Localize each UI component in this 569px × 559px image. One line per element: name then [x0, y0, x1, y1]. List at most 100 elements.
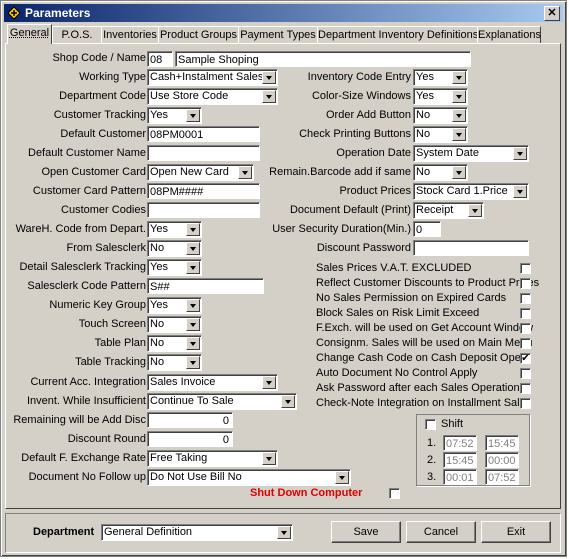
check-printing-buttons-select[interactable]: No: [413, 126, 468, 143]
customer-tracking-select[interactable]: Yes: [147, 107, 202, 124]
tab-product-groups[interactable]: Product Groups: [158, 26, 239, 44]
chevron-down-icon[interactable]: [513, 147, 527, 160]
wareh-code-select[interactable]: Yes: [147, 221, 202, 238]
shop-name-input[interactable]: Sample Shoping: [175, 51, 471, 67]
chevron-down-icon[interactable]: [452, 71, 466, 84]
close-button[interactable]: ✕: [544, 6, 560, 21]
salesclerk-pattern-input[interactable]: S##: [147, 278, 264, 294]
product-prices-select[interactable]: Stock Card 1.Price: [413, 183, 529, 200]
chevron-down-icon[interactable]: [186, 242, 200, 255]
fexch-get-account-checkbox[interactable]: [520, 323, 531, 334]
shift-3-start-input[interactable]: 00:01: [443, 469, 477, 485]
numeric-key-group-value: Yes: [150, 299, 168, 311]
expired-cards-checkbox[interactable]: [520, 293, 531, 304]
chevron-down-icon[interactable]: [452, 109, 466, 122]
chevron-down-icon[interactable]: [281, 395, 295, 408]
checkbox-label: Change Cash Code on Cash Deposit Ope.: [316, 352, 524, 364]
shift-2-start-input[interactable]: 15:45: [443, 452, 477, 468]
chevron-down-icon[interactable]: [452, 90, 466, 103]
operation-date-select[interactable]: System Date: [413, 145, 529, 162]
default-customer-name-label: Default Customer Name: [28, 147, 146, 159]
shop-code-input[interactable]: 08: [147, 51, 173, 67]
discount-password-input[interactable]: [413, 240, 529, 256]
tab-general[interactable]: General: [7, 24, 52, 44]
vat-excluded-checkbox[interactable]: [520, 263, 531, 274]
from-salesclerk-label: From Salesclerk: [66, 242, 146, 254]
change-cash-code-checkbox[interactable]: ✔: [520, 353, 531, 364]
default-customer-input[interactable]: 08PM0001: [147, 126, 260, 142]
invent-insufficient-select[interactable]: Continue To Sale: [147, 393, 297, 410]
order-add-button-select[interactable]: No: [413, 107, 468, 124]
user-security-input[interactable]: 0: [413, 221, 441, 237]
chevron-down-icon[interactable]: [262, 452, 276, 465]
chevron-down-icon[interactable]: [186, 223, 200, 236]
discount-round-input[interactable]: 0: [147, 431, 233, 447]
shift-checkbox[interactable]: [425, 419, 436, 430]
chevron-down-icon[interactable]: [513, 185, 527, 198]
detail-salesclerk-select[interactable]: Yes: [147, 259, 202, 276]
salesclerk-pattern-label: Salesclerk Code Pattern: [27, 280, 146, 292]
document-default-select[interactable]: Receipt: [413, 202, 484, 219]
department-select[interactable]: General Definition: [101, 524, 293, 541]
document-no-follow-select[interactable]: Do Not Use Bill No: [147, 469, 351, 486]
chevron-down-icon[interactable]: [452, 128, 466, 141]
tab-explanations[interactable]: Explanations: [477, 26, 541, 44]
tab-department-inventory-definitions[interactable]: Department Inventory Definitions: [317, 26, 478, 44]
tab-inventories[interactable]: Inventories: [101, 26, 159, 44]
open-customer-card-value: Open New Card: [150, 166, 229, 178]
chevron-down-icon[interactable]: [186, 337, 200, 350]
default-customer-name-input[interactable]: [147, 145, 260, 161]
exit-button[interactable]: Exit: [481, 521, 551, 543]
reflect-discounts-checkbox[interactable]: [520, 278, 531, 289]
chevron-down-icon[interactable]: [238, 166, 252, 179]
table-plan-select[interactable]: No: [147, 335, 202, 352]
numeric-key-group-select[interactable]: Yes: [147, 297, 202, 314]
chevron-down-icon[interactable]: [262, 90, 276, 103]
shift-2-end-input[interactable]: 00:00: [485, 452, 519, 468]
chevron-down-icon[interactable]: [452, 166, 466, 179]
remaining-disc-input[interactable]: 0: [147, 412, 233, 428]
cancel-button[interactable]: Cancel: [406, 521, 476, 543]
tab-pos[interactable]: P.O.S.: [52, 26, 102, 44]
chevron-down-icon[interactable]: [262, 376, 276, 389]
shift-1-start-input[interactable]: 07:52: [443, 435, 477, 451]
chevron-down-icon[interactable]: [186, 356, 200, 369]
shutdown-checkbox[interactable]: [389, 488, 400, 499]
working-type-select[interactable]: Cash+Instalment Sales: [147, 69, 278, 86]
customer-codies-input[interactable]: [147, 202, 260, 218]
save-button[interactable]: Save: [331, 521, 401, 543]
window-title: Parameters: [25, 6, 91, 20]
chevron-down-icon[interactable]: [186, 299, 200, 312]
remain-barcode-select[interactable]: No: [413, 164, 468, 181]
auto-document-no-checkbox[interactable]: [520, 368, 531, 379]
chevron-down-icon[interactable]: [186, 109, 200, 122]
table-tracking-select[interactable]: No: [147, 354, 202, 371]
touch-screen-select[interactable]: No: [147, 316, 202, 333]
title-bar[interactable]: Parameters ✕: [4, 4, 563, 22]
checkbox-label: Ask Password after each Sales Operation: [316, 382, 520, 394]
department-code-select[interactable]: Use Store Code: [147, 88, 278, 105]
chevron-down-icon[interactable]: [186, 318, 200, 331]
consignment-checkbox[interactable]: [520, 338, 531, 349]
tab-payment-types[interactable]: Payment Types: [238, 26, 318, 44]
chevron-down-icon[interactable]: [277, 526, 291, 539]
color-size-windows-select[interactable]: Yes: [413, 88, 468, 105]
inventory-code-entry-select[interactable]: Yes: [413, 69, 468, 86]
open-customer-card-select[interactable]: Open New Card: [147, 164, 254, 181]
from-salesclerk-select[interactable]: No: [147, 240, 202, 257]
check-note-checkbox[interactable]: [520, 398, 531, 409]
chevron-down-icon[interactable]: [186, 261, 200, 274]
color-size-windows-label: Color-Size Windows: [311, 90, 411, 102]
current-acc-select[interactable]: Sales Invoice: [147, 374, 278, 391]
chevron-down-icon[interactable]: [335, 471, 349, 484]
customer-card-pattern-input[interactable]: 08PM####: [147, 183, 260, 199]
chevron-down-icon[interactable]: [468, 204, 482, 217]
table-tracking-label: Table Tracking: [75, 356, 146, 368]
shift-3-end-input[interactable]: 07:52: [485, 469, 519, 485]
risk-limit-checkbox[interactable]: [520, 308, 531, 319]
chevron-down-icon[interactable]: [262, 71, 276, 84]
ask-password-checkbox[interactable]: [520, 383, 531, 394]
current-acc-value: Sales Invoice: [150, 376, 216, 388]
default-fx-rate-select[interactable]: Free Taking: [147, 450, 278, 467]
shift-1-end-input[interactable]: 15:45: [485, 435, 519, 451]
